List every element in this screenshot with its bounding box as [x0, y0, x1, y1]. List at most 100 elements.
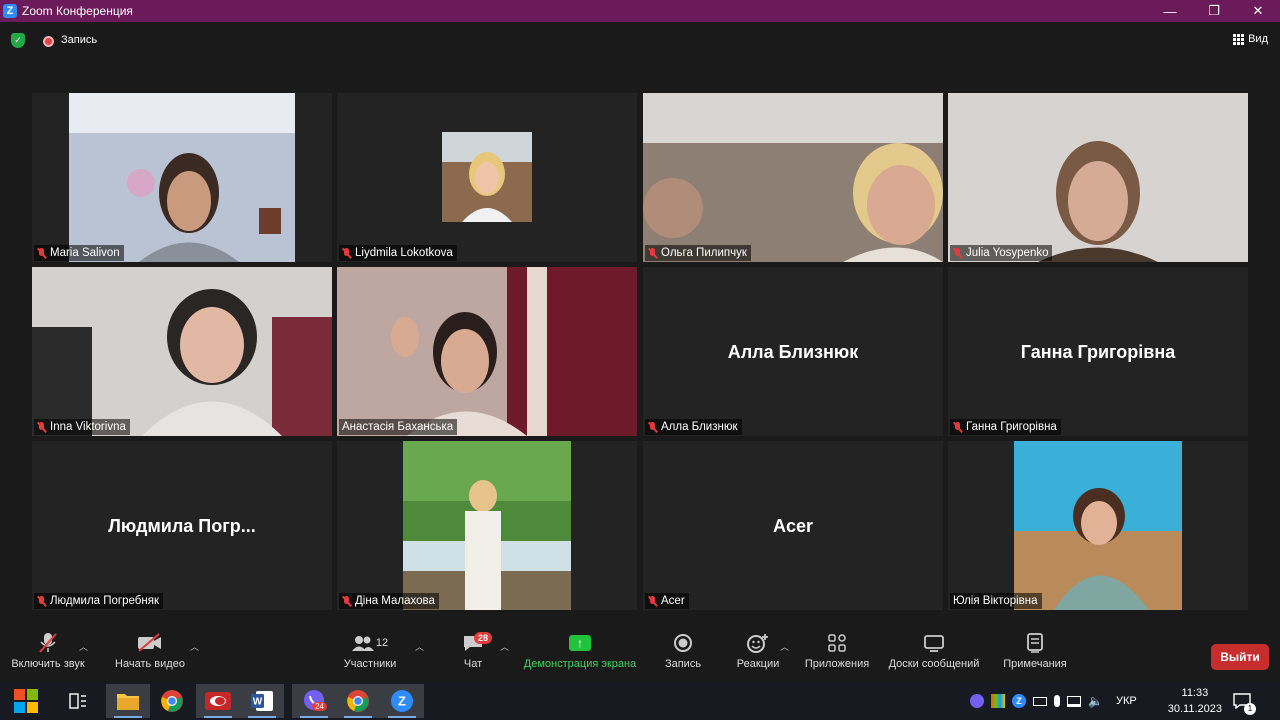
participant-name-tag: Юлія Вікторівна — [950, 593, 1042, 609]
start-button[interactable] — [4, 684, 48, 718]
taskbar-viber[interactable]: 24 — [292, 684, 336, 718]
participant-avatar-photo — [442, 132, 532, 222]
apps-icon — [828, 634, 846, 652]
participant-tile[interactable]: Acer Acer — [643, 441, 943, 610]
participant-display-name: Алла Близнюк — [727, 342, 859, 362]
clock-time: 11:33 — [1181, 687, 1209, 699]
chat-button[interactable]: 28 Чат — [455, 628, 493, 682]
participant-name-tag: Maria Salivon — [34, 245, 124, 261]
participant-tile[interactable]: Ганна Григорівна Ганна Григорівна — [948, 267, 1248, 436]
taskbar-chrome-2[interactable] — [336, 684, 380, 718]
participant-name-tag: Алла Близнюк — [645, 419, 742, 435]
taskbar-zoom[interactable]: Z — [380, 684, 424, 718]
notification-center-button[interactable]: 1 — [1220, 684, 1264, 718]
whiteboards-button[interactable]: Доски сообщений — [884, 628, 984, 682]
participant-tile[interactable]: Діна Малахова — [337, 441, 637, 610]
task-view-button[interactable] — [56, 684, 100, 718]
participant-tile[interactable]: Inna Viktorivna — [32, 267, 332, 436]
participants-icon — [351, 636, 374, 651]
close-button[interactable]: ✕ — [1236, 0, 1280, 22]
chrome-icon — [161, 690, 183, 712]
app-red-icon — [205, 692, 231, 710]
participant-avatar-photo — [1014, 441, 1182, 610]
grid-view-icon — [1233, 33, 1245, 45]
network-icon[interactable] — [1067, 695, 1081, 707]
muted-mic-icon — [648, 247, 657, 259]
folder-icon — [117, 694, 139, 710]
microphone-tray-icon[interactable] — [1054, 695, 1060, 707]
chrome-icon — [347, 690, 369, 712]
start-video-button[interactable]: Начать видео — [112, 628, 188, 682]
record-icon — [674, 634, 692, 652]
windows-logo-icon — [14, 689, 38, 713]
participant-name-tag: Julia Yosypenko — [950, 245, 1053, 261]
participant-tile[interactable]: Людмила Погр... Людмила Погребняк — [32, 441, 332, 610]
chat-unread-badge: 28 — [474, 632, 493, 644]
notes-button[interactable]: Примечания — [1000, 628, 1070, 682]
clock-date: 30.11.2023 — [1167, 703, 1222, 715]
muted-mic-icon — [37, 421, 46, 433]
participants-count: 12 — [375, 637, 389, 649]
apps-button[interactable]: Приложения — [802, 628, 872, 682]
meeting-top-bar: ✓ Запись Вид — [0, 22, 1280, 60]
security-shield-icon[interactable]: ✓ — [11, 33, 25, 48]
participant-video — [69, 93, 295, 262]
zoom-icon: Z — [391, 690, 413, 712]
video-off-icon — [137, 628, 163, 658]
taskbar-word[interactable]: W — [240, 684, 284, 718]
participant-tile[interactable]: Julia Yosypenko — [948, 93, 1248, 262]
colorful-tray-icon[interactable] — [991, 694, 1005, 708]
audio-options-chevron-icon[interactable]: ︿ — [79, 640, 88, 653]
participants-options-chevron-icon[interactable]: ︿ — [415, 640, 424, 653]
chat-options-chevron-icon[interactable]: ︿ — [500, 640, 509, 653]
view-button[interactable]: Вид — [1233, 33, 1268, 45]
record-button[interactable]: Запись — [660, 628, 706, 682]
notification-count: 1 — [1244, 703, 1256, 715]
participant-tile[interactable]: Алла Близнюк Алла Близнюк — [643, 267, 943, 436]
viber-tray-icon[interactable] — [970, 694, 984, 708]
muted-mic-icon — [648, 595, 657, 607]
muted-mic-icon — [342, 595, 351, 607]
muted-mic-icon — [953, 421, 962, 433]
participant-video — [948, 93, 1248, 262]
clock[interactable]: 11:33 30.11.2023 — [1168, 685, 1222, 717]
meeting-toolbar: Включить звук ︿ Начать видео ︿ 12 Участн… — [0, 628, 1280, 682]
battery-icon[interactable] — [1033, 696, 1047, 706]
participant-name-tag: Inna Viktorivna — [34, 419, 130, 435]
video-options-chevron-icon[interactable]: ︿ — [190, 640, 199, 653]
participant-tile[interactable]: Maria Salivon — [32, 93, 332, 262]
maximize-button[interactable]: ❐ — [1192, 0, 1236, 22]
reactions-options-chevron-icon[interactable]: ︿ — [780, 640, 789, 653]
svg-text:Z: Z — [398, 694, 406, 709]
taskbar-file-explorer[interactable] — [106, 684, 150, 718]
windows-taskbar: W 24 Z Z 🔈 УКР 11:33 30.11.2023 1 — [0, 682, 1280, 720]
muted-mic-icon — [37, 595, 46, 607]
participants-button[interactable]: 12 Участники — [340, 628, 400, 682]
participant-display-name: Ганна Григорівна — [1020, 342, 1176, 362]
participant-name-tag: Ольга Пилипчук — [645, 245, 751, 261]
mic-muted-icon — [38, 628, 58, 658]
minimize-button[interactable]: — — [1148, 0, 1192, 22]
share-screen-icon: ↑ — [569, 635, 591, 651]
muted-mic-icon — [37, 247, 46, 259]
participant-tile[interactable]: Liydmila Lokotkova — [337, 93, 637, 262]
participant-name-tag: Діна Малахова — [339, 593, 439, 609]
volume-icon[interactable]: 🔈 — [1088, 694, 1103, 708]
taskbar-chrome[interactable] — [150, 684, 194, 718]
reactions-button[interactable]: Реакции — [733, 628, 783, 682]
share-screen-button[interactable]: ↑ Демонстрация экрана — [520, 628, 640, 682]
zoom-tray-icon[interactable]: Z — [1012, 694, 1026, 708]
participant-name-tag: Liydmila Lokotkova — [339, 245, 457, 261]
recording-label[interactable]: Запись — [61, 34, 97, 46]
language-indicator[interactable]: УКР — [1116, 695, 1137, 707]
participant-tile-active-speaker[interactable]: Анастасія Баханська — [337, 267, 637, 436]
participant-tile[interactable]: Юлія Вікторівна — [948, 441, 1248, 610]
participant-name-tag: Людмила Погребняк — [34, 593, 163, 609]
leave-meeting-button[interactable]: Выйти — [1211, 644, 1269, 670]
participant-tile[interactable]: Ольга Пилипчук — [643, 93, 943, 262]
taskbar-app-red[interactable] — [196, 684, 240, 718]
unmute-button[interactable]: Включить звук — [8, 628, 88, 682]
reactions-icon — [747, 634, 768, 653]
task-view-icon — [69, 693, 86, 709]
notes-icon — [1027, 633, 1043, 653]
